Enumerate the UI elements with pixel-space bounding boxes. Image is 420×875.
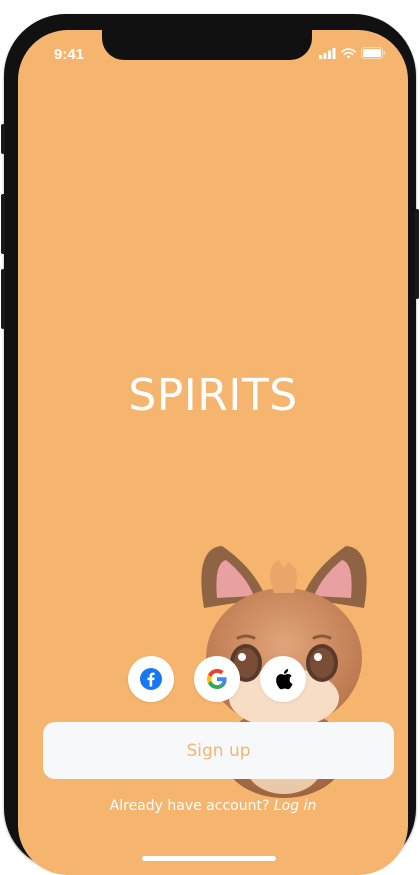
- google-icon: [207, 669, 227, 689]
- login-prompt: Already have account? Log in: [18, 798, 408, 814]
- login-prompt-text: Already have account?: [109, 798, 270, 814]
- phone-frame: 9:41 SPIRITS Sign up Already have accoun…: [1, 14, 419, 875]
- app-screen: 9:41 SPIRITS Sign up Already have accoun…: [18, 30, 408, 875]
- google-login-button[interactable]: [194, 656, 240, 702]
- login-link[interactable]: Log in: [274, 798, 316, 814]
- app-title: SPIRITS: [128, 370, 298, 421]
- camera-notch: [102, 30, 312, 60]
- volume-down-button: [1, 269, 5, 329]
- apple-icon: [276, 669, 293, 690]
- silent-switch: [1, 124, 5, 154]
- status-icons: [319, 47, 386, 59]
- facebook-icon: [140, 668, 162, 690]
- social-login-row: [128, 656, 306, 702]
- status-time: 9:41: [54, 46, 85, 63]
- home-indicator[interactable]: [142, 856, 276, 861]
- signup-button[interactable]: Sign up: [43, 722, 394, 779]
- wifi-icon: [341, 47, 356, 58]
- power-button: [415, 209, 419, 299]
- signal-icon: [319, 47, 336, 59]
- volume-up-button: [1, 194, 5, 254]
- facebook-login-button[interactable]: [128, 656, 174, 702]
- apple-login-button[interactable]: [260, 656, 306, 702]
- battery-icon: [361, 47, 386, 59]
